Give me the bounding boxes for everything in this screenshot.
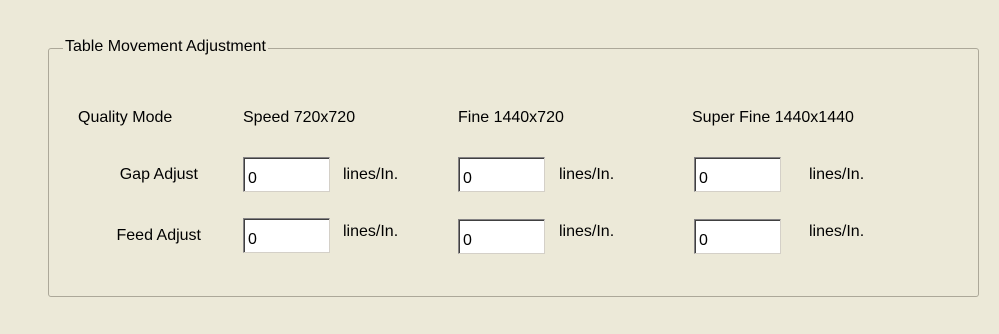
group-title: Table Movement Adjustment <box>63 37 268 57</box>
quality-mode-label: Quality Mode <box>78 109 173 126</box>
gap-adjust-speed-unit: lines/In. <box>343 166 399 183</box>
gap-adjust-fine-input[interactable] <box>458 157 545 192</box>
feed-adjust-speed-unit: lines/In. <box>343 223 399 240</box>
feed-adjust-speed-input[interactable] <box>243 218 330 253</box>
column-header-speed: Speed 720x720 <box>243 109 356 126</box>
column-header-super-fine: Super Fine 1440x1440 <box>692 109 854 126</box>
feed-adjust-fine-input[interactable] <box>458 219 545 254</box>
feed-adjust-fine-unit: lines/In. <box>559 223 615 240</box>
gap-adjust-super-fine-unit: lines/In. <box>809 166 865 183</box>
gap-adjust-fine-unit: lines/In. <box>559 166 615 183</box>
gap-adjust-super-fine-input[interactable] <box>694 157 781 192</box>
column-header-fine: Fine 1440x720 <box>458 109 564 126</box>
feed-adjust-label: Feed Adjust <box>116 227 202 244</box>
gap-adjust-speed-input[interactable] <box>243 157 330 192</box>
gap-adjust-label: Gap Adjust <box>119 166 198 183</box>
feed-adjust-super-fine-unit: lines/In. <box>809 223 865 240</box>
feed-adjust-super-fine-input[interactable] <box>694 219 781 254</box>
